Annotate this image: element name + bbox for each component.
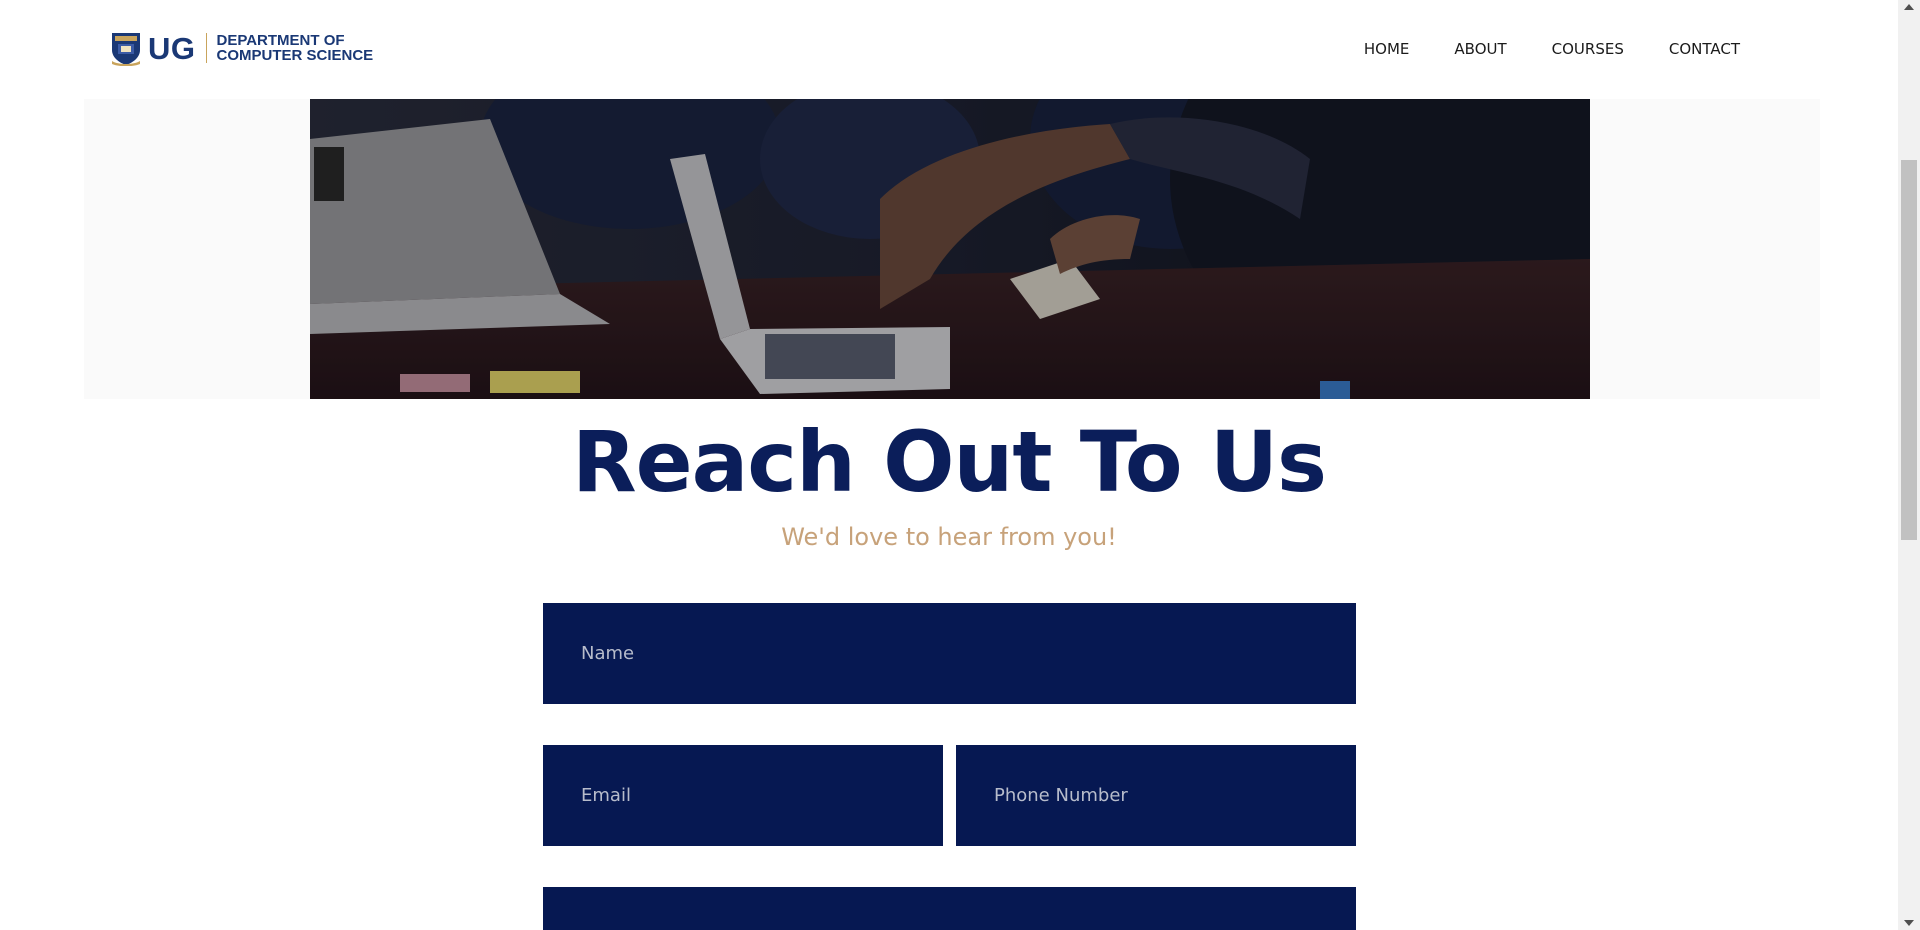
nav-about[interactable]: ABOUT	[1454, 40, 1506, 58]
page-subtitle: We'd love to hear from you!	[781, 523, 1117, 551]
department-line-1: DEPARTMENT OF	[216, 32, 345, 49]
scroll-down-arrow-icon[interactable]	[1904, 920, 1914, 926]
students-with-laptops-photo	[310, 99, 1590, 399]
scrollbar-thumb[interactable]	[1901, 160, 1917, 540]
hero-image	[310, 99, 1590, 399]
department-name: DEPARTMENT OF COMPUTER SCIENCE	[217, 33, 374, 63]
logo-mark: UG	[148, 30, 196, 66]
message-field[interactable]	[543, 887, 1356, 930]
site-logo[interactable]: UG DEPARTMENT OF COMPUTER SCIENCE	[110, 28, 373, 68]
nav-contact[interactable]: CONTACT	[1669, 40, 1740, 58]
logo-divider	[205, 33, 207, 63]
phone-field[interactable]	[956, 745, 1356, 846]
department-line-2: COMPUTER SCIENCE	[216, 47, 374, 64]
scroll-up-arrow-icon[interactable]	[1904, 4, 1914, 10]
contact-page: UG DEPARTMENT OF COMPUTER SCIENCE HOME A…	[0, 0, 1898, 930]
page-title: Reach Out To Us	[571, 413, 1327, 511]
site-header: UG DEPARTMENT OF COMPUTER SCIENCE HOME A…	[0, 0, 1898, 99]
vertical-scrollbar[interactable]	[1898, 0, 1920, 930]
nav-home[interactable]: HOME	[1364, 40, 1410, 58]
university-crest-icon	[112, 33, 140, 66]
main-nav: HOME ABOUT COURSES CONTACT	[1319, 40, 1740, 58]
email-field[interactable]	[543, 745, 943, 846]
nav-courses[interactable]: COURSES	[1552, 40, 1624, 58]
name-field[interactable]	[543, 603, 1356, 704]
